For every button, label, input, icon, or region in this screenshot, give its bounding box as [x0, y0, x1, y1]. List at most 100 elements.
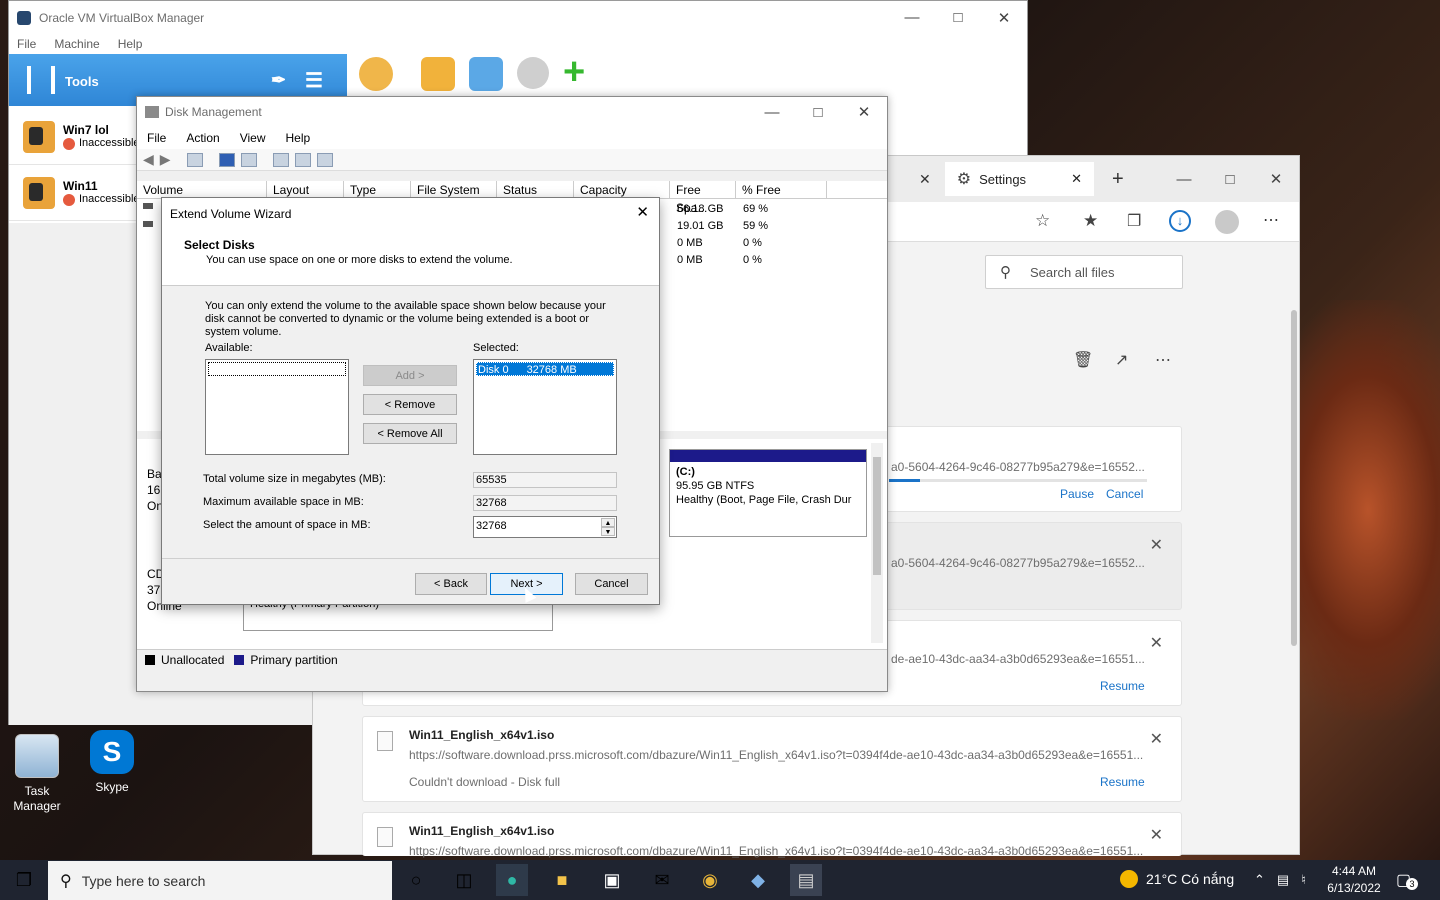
new-tab-button[interactable]: + — [1112, 168, 1124, 191]
task-view-icon[interactable]: ◫ — [448, 864, 480, 896]
new-icon[interactable] — [517, 57, 549, 89]
network-icon[interactable]: ▤ — [1277, 872, 1289, 888]
column-capacity[interactable]: Capacity — [574, 181, 670, 198]
list-menu-icon[interactable]: ☰ — [305, 68, 323, 93]
profile-avatar[interactable] — [1215, 210, 1239, 234]
edge-minimize-button[interactable]: — — [1161, 163, 1207, 195]
favorites-icon[interactable]: ★ — [1083, 211, 1098, 231]
desktop-icon-task-manager[interactable]: Task Manager — [4, 734, 70, 814]
dm-menu-help[interactable]: Help — [286, 131, 311, 145]
downloads-icon[interactable]: ↓ — [1169, 210, 1191, 232]
total-size-label: Total volume size in megabytes (MB): — [203, 473, 386, 485]
download-item[interactable]: Win11_English_x64v1.iso https://software… — [362, 812, 1182, 858]
chrome-icon[interactable]: ◉ — [694, 864, 726, 896]
clock[interactable]: 4:44 AM 6/13/2022 — [1326, 863, 1382, 897]
pause-link[interactable]: Pause — [1060, 487, 1094, 501]
wizard-close-button[interactable]: ✕ — [636, 203, 649, 221]
connect-icon[interactable] — [272, 152, 289, 167]
forward-arrow-icon[interactable]: ▶ — [160, 151, 171, 168]
selected-disks-list[interactable]: Disk 0 32768 MB — [473, 359, 617, 455]
column-percent-free[interactable]: % Free — [736, 181, 827, 198]
graphical-scrollbar[interactable] — [871, 443, 883, 643]
download-item[interactable]: Win11_English_x64v1.iso https://software… — [362, 716, 1182, 802]
cortana-icon[interactable]: ○ — [400, 864, 432, 896]
start-windows-icon[interactable]: ❐ — [8, 864, 40, 896]
dm-menu-view[interactable]: View — [240, 131, 266, 145]
help-icon[interactable] — [218, 152, 235, 167]
check-icon[interactable] — [294, 152, 311, 167]
back-button[interactable]: < Back — [415, 573, 487, 595]
column-volume[interactable]: Volume — [137, 181, 267, 198]
export-icon[interactable] — [469, 57, 503, 91]
remove-download-icon[interactable]: ✕ — [1150, 729, 1163, 749]
selected-disk-row[interactable]: Disk 0 32768 MB — [476, 362, 614, 376]
resume-link[interactable]: Resume — [1100, 679, 1145, 693]
weather-widget[interactable]: 21°C Có nắng — [1120, 870, 1234, 888]
dm-close-button[interactable]: ✕ — [841, 96, 887, 128]
stepper-up-icon[interactable]: ▲ — [601, 518, 615, 527]
dm-maximize-button[interactable]: □ — [795, 96, 841, 128]
minimize-button[interactable]: — — [889, 2, 935, 34]
column-free-space[interactable]: Free Spa... — [670, 181, 736, 215]
column-status[interactable]: Status — [497, 181, 574, 198]
column-type[interactable]: Type — [344, 181, 411, 198]
remove-download-icon[interactable]: ✕ — [1150, 535, 1163, 555]
remove-all-button[interactable]: < Remove All — [363, 423, 457, 444]
menu-file[interactable]: File — [17, 37, 36, 51]
downloads-more-icon[interactable]: ⋯ — [1155, 350, 1171, 370]
edge-close-button[interactable]: ✕ — [1253, 163, 1299, 195]
import-icon[interactable] — [421, 57, 455, 91]
add-icon[interactable]: + — [563, 53, 585, 91]
properties-icon[interactable] — [186, 152, 203, 167]
amount-stepper[interactable]: 32768 ▲ ▼ — [473, 516, 617, 538]
column-file-system[interactable]: File System — [411, 181, 497, 198]
selected-disk-name: Disk 0 — [478, 364, 509, 376]
column-layout[interactable]: Layout — [267, 181, 344, 198]
mail-icon[interactable]: ✉ — [646, 864, 678, 896]
menu-help[interactable]: Help — [118, 37, 143, 51]
resume-link[interactable]: Resume — [1100, 775, 1145, 789]
partition-c[interactable]: (C:) 95.95 GB NTFS Healthy (Boot, Page F… — [669, 449, 867, 537]
amount-input[interactable]: 32768 — [476, 520, 507, 532]
remove-download-icon[interactable]: ✕ — [1150, 633, 1163, 653]
favorite-add-icon[interactable]: ☆ — [1035, 211, 1050, 231]
maximize-button[interactable]: □ — [935, 2, 981, 34]
more-options-icon[interactable]: ⋯ — [1263, 210, 1279, 230]
store-icon[interactable]: ▣ — [596, 864, 628, 896]
notification-button[interactable]: ▢ 3 — [1396, 870, 1418, 890]
available-disks-list[interactable] — [205, 359, 349, 455]
desktop-icon-skype[interactable]: S Skype — [79, 730, 145, 794]
tab-settings[interactable]: ⚙ Settings ✕ — [944, 162, 1094, 196]
pin-icon[interactable]: ✒ — [271, 70, 286, 91]
add-button[interactable]: Add > — [363, 365, 457, 386]
volume-icon[interactable]: ♮ — [1301, 872, 1306, 888]
edge-maximize-button[interactable]: □ — [1207, 163, 1253, 195]
edge-taskbar-icon[interactable]: ● — [496, 864, 528, 896]
close-button[interactable]: ✕ — [981, 2, 1027, 34]
delete-all-icon[interactable]: 🗑 — [1073, 350, 1093, 370]
scrollbar[interactable] — [1291, 310, 1297, 646]
taskbar-search-box[interactable]: ⚲ Type here to search — [48, 861, 392, 900]
chevron-up-icon[interactable]: ⌃ — [1254, 872, 1265, 888]
tab-close-icon[interactable]: ✕ — [919, 171, 931, 188]
stepper-down-icon[interactable]: ▼ — [601, 527, 615, 536]
settings-icon[interactable] — [316, 152, 333, 167]
remove-button[interactable]: < Remove — [363, 394, 457, 415]
open-folder-icon[interactable]: ↗ — [1115, 350, 1128, 370]
cancel-link[interactable]: Cancel — [1106, 487, 1143, 501]
cancel-button[interactable]: Cancel — [575, 573, 648, 595]
dm-minimize-button[interactable]: — — [749, 96, 795, 128]
back-arrow-icon[interactable]: ◀ — [143, 151, 154, 168]
file-explorer-icon[interactable]: ■ — [546, 864, 578, 896]
remove-download-icon[interactable]: ✕ — [1150, 825, 1163, 845]
downloads-search-box[interactable]: ⚲ Search all files — [985, 255, 1183, 289]
dm-menu-file[interactable]: File — [147, 131, 166, 145]
dm-menu-action[interactable]: Action — [186, 131, 219, 145]
view-icon[interactable] — [240, 152, 257, 167]
tab-close-icon[interactable]: ✕ — [1071, 171, 1082, 187]
collections-icon[interactable]: ❐ — [1127, 211, 1141, 231]
preferences-icon[interactable] — [359, 57, 393, 91]
menu-machine[interactable]: Machine — [54, 37, 99, 51]
virtualbox-taskbar-icon[interactable]: ◆ — [742, 864, 774, 896]
disk-management-taskbar-icon[interactable]: ▤ — [790, 864, 822, 896]
